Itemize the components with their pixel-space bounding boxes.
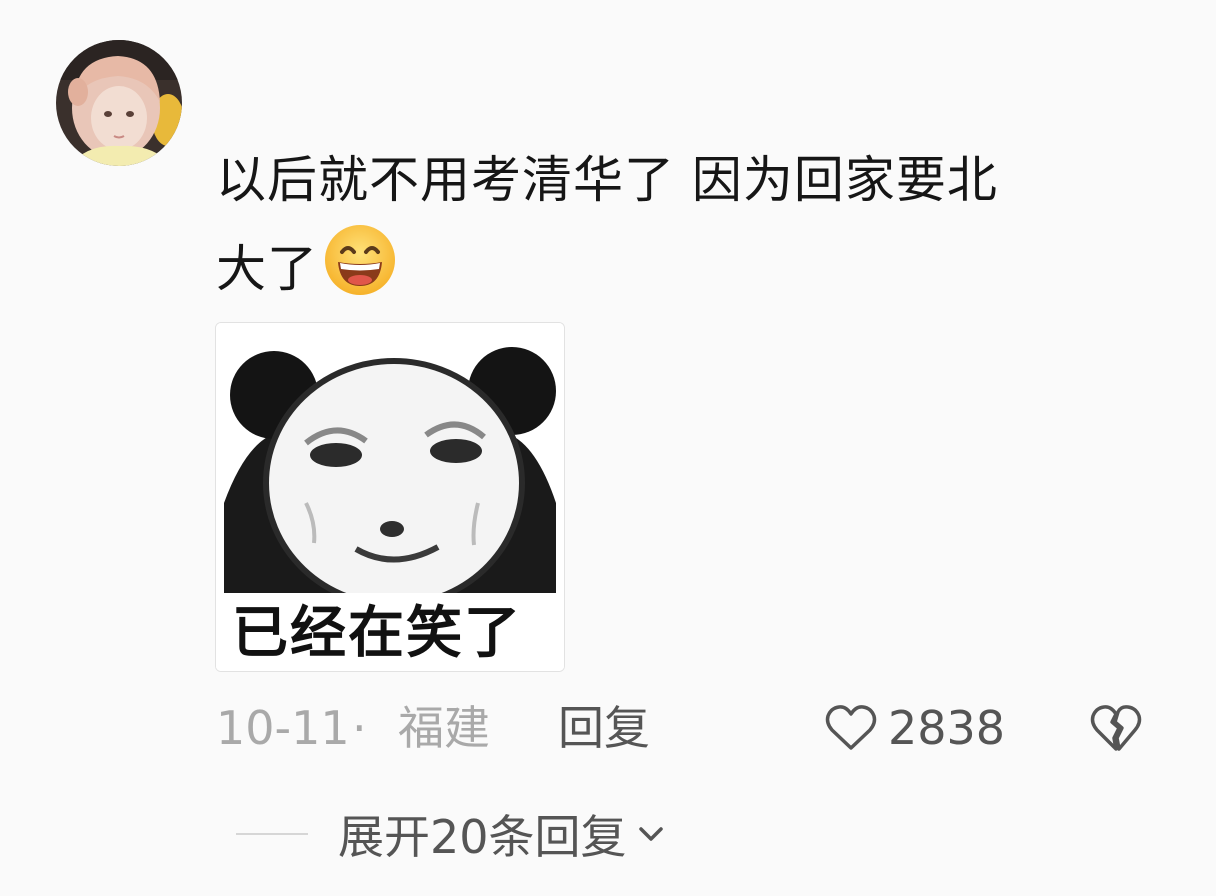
grinning-squinting-face-emoji-icon: [322, 222, 398, 298]
comment-text-line1: 以后就不用考清华了 因为回家要北: [216, 151, 998, 209]
comment-text-line2: 大了: [216, 240, 318, 298]
expand-replies-button[interactable]: 展开20条回复: [236, 802, 669, 866]
expand-divider: [236, 833, 308, 835]
comment-item: 以后就不用考清华了 因为回家要北 大了 已经在笑了 10-11 · 福建 回复 …: [0, 0, 1216, 896]
comment-location: 福建: [398, 701, 490, 755]
comment-meta: 10-11 · 福建 回复 2838: [216, 698, 1196, 758]
comment-date: 10-11: [216, 701, 350, 755]
like-button[interactable]: 2838: [824, 698, 1005, 758]
heart-icon: [825, 705, 877, 750]
meta-separator: ·: [352, 701, 367, 755]
chevron-down-icon: [638, 827, 663, 841]
sticker-image[interactable]: 已经在笑了: [215, 322, 565, 672]
broken-heart-icon: [1090, 705, 1142, 751]
reply-button[interactable]: 回复: [558, 698, 650, 758]
like-count: 2838: [888, 701, 1006, 755]
comment-text: 以后就不用考清华了 因为回家要北 大了: [216, 138, 1176, 311]
avatar-image: [56, 40, 182, 166]
expand-replies-label: 展开20条回复: [338, 810, 627, 864]
dislike-button[interactable]: [1088, 702, 1144, 768]
avatar[interactable]: [56, 40, 182, 166]
sticker-caption: 已经在笑了: [232, 601, 522, 666]
